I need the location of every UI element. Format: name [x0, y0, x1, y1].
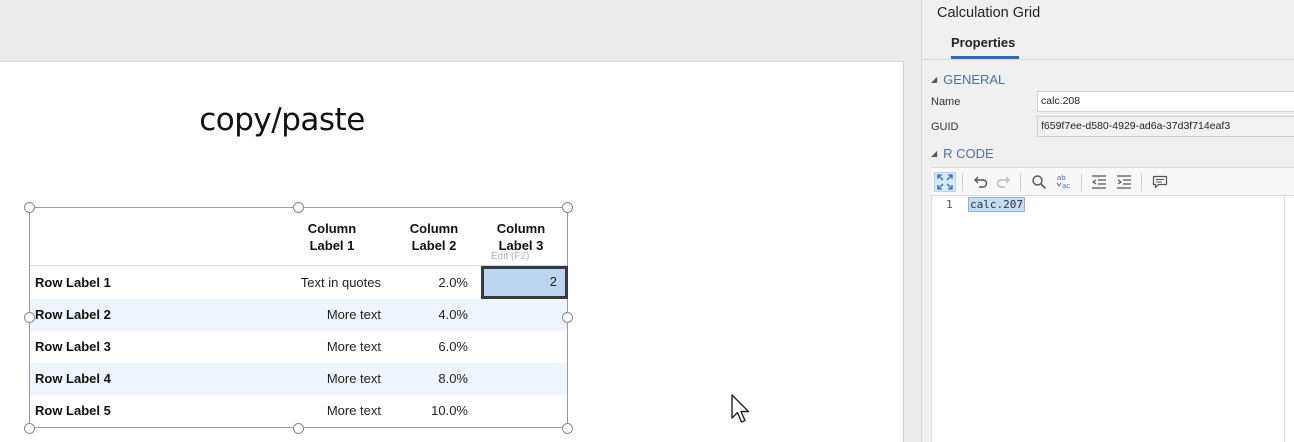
cell-column-1[interactable]: More text	[327, 371, 381, 386]
cell-column-2[interactable]: 2.0%	[438, 275, 468, 290]
toolbar-separator	[1141, 173, 1142, 191]
table-row[interactable]: Row Label 2 More text 4.0%	[30, 299, 567, 331]
calculation-grid[interactable]: Column Label 1 Column Label 2 Column Lab…	[29, 207, 568, 428]
selected-cell-value: 2	[549, 274, 557, 289]
undo-icon[interactable]	[969, 172, 991, 192]
guid-label: GUID	[931, 121, 959, 133]
cell-column-1[interactable]: More text	[327, 307, 381, 322]
outdent-icon[interactable]	[1088, 172, 1110, 192]
cell-column-1[interactable]: More text	[327, 339, 381, 354]
comment-icon[interactable]	[1149, 172, 1171, 192]
cell-column-1[interactable]: Text in quotes	[301, 275, 381, 290]
collapse-triangle-icon: ◢	[931, 75, 938, 84]
section-r-code[interactable]: ◢ R CODE	[931, 146, 994, 161]
panel-title: Calculation Grid	[937, 5, 1041, 21]
table-row[interactable]: Row Label 3 More text 6.0%	[30, 331, 567, 363]
column-header-3[interactable]: Column Label 3	[481, 220, 561, 254]
cell-column-2[interactable]: 8.0%	[438, 371, 468, 386]
edit-hint-tooltip: Edit (F2)	[491, 251, 530, 262]
r-code-editor[interactable]: 1 calc.207	[931, 196, 1294, 442]
expand-icon[interactable]	[934, 172, 956, 192]
canvas-area: copy/paste Column Label 1 Column Label 2…	[0, 0, 921, 442]
resize-handle-bottom-right[interactable]	[562, 423, 573, 434]
toolbar-separator	[1020, 173, 1021, 191]
table-row[interactable]: Row Label 4 More text 8.0%	[30, 363, 567, 395]
row-label: Row Label 2	[35, 307, 111, 322]
mouse-pointer-icon	[731, 394, 750, 423]
resize-handle-bottom[interactable]	[293, 423, 304, 434]
grid-header-row: Column Label 1 Column Label 2 Column Lab…	[30, 208, 567, 266]
line-number: 1	[946, 198, 953, 211]
column-header-2[interactable]: Column Label 2	[394, 220, 474, 254]
code-toolbar: ab ac	[931, 167, 1294, 196]
collapse-triangle-icon: ◢	[931, 149, 938, 158]
code-line-selected[interactable]: calc.207	[968, 197, 1025, 212]
section-general[interactable]: ◢ GENERAL	[931, 72, 1005, 87]
properties-panel: Calculation Grid Properties ◢ GENERAL Nam…	[921, 0, 1294, 442]
cell-column-2[interactable]: 6.0%	[438, 339, 468, 354]
resize-handle-top[interactable]	[293, 202, 304, 213]
cell-column-1[interactable]: More text	[327, 403, 381, 418]
resize-handle-left[interactable]	[24, 312, 35, 323]
active-tab-indicator	[951, 56, 1019, 59]
cell-column-2[interactable]: 4.0%	[438, 307, 468, 322]
row-label: Row Label 1	[35, 275, 111, 290]
row-label: Row Label 4	[35, 371, 111, 386]
name-label: Name	[931, 96, 961, 108]
svg-text:ac: ac	[1062, 182, 1070, 190]
row-label: Row Label 3	[35, 339, 111, 354]
row-label: Row Label 5	[35, 403, 111, 418]
svg-text:ab: ab	[1057, 174, 1066, 182]
resize-handle-bottom-left[interactable]	[24, 423, 35, 434]
editor-margin-line	[1284, 196, 1285, 442]
redo-icon[interactable]	[993, 172, 1015, 192]
toolbar-separator	[1081, 173, 1082, 191]
indent-icon[interactable]	[1113, 172, 1135, 192]
column-header-1[interactable]: Column Label 1	[292, 220, 372, 254]
name-field[interactable]: calc.208	[1037, 91, 1294, 112]
resize-handle-top-right[interactable]	[562, 202, 573, 213]
tab-properties[interactable]: Properties	[951, 35, 1015, 50]
page-title[interactable]: copy/paste	[182, 102, 382, 138]
panel-tab-strip: Properties	[922, 30, 1294, 60]
cell-column-2[interactable]: 10.0%	[431, 403, 468, 418]
guid-field[interactable]: f659f7ee-d580-4929-ad6a-37d3f714eaf3	[1037, 116, 1294, 137]
selected-cell[interactable]: 2	[481, 266, 568, 299]
resize-handle-right[interactable]	[562, 312, 573, 323]
toolbar-separator	[962, 173, 963, 191]
search-icon[interactable]	[1028, 172, 1050, 192]
spellcheck-icon[interactable]: ab ac	[1053, 172, 1075, 192]
resize-handle-top-left[interactable]	[24, 202, 35, 213]
